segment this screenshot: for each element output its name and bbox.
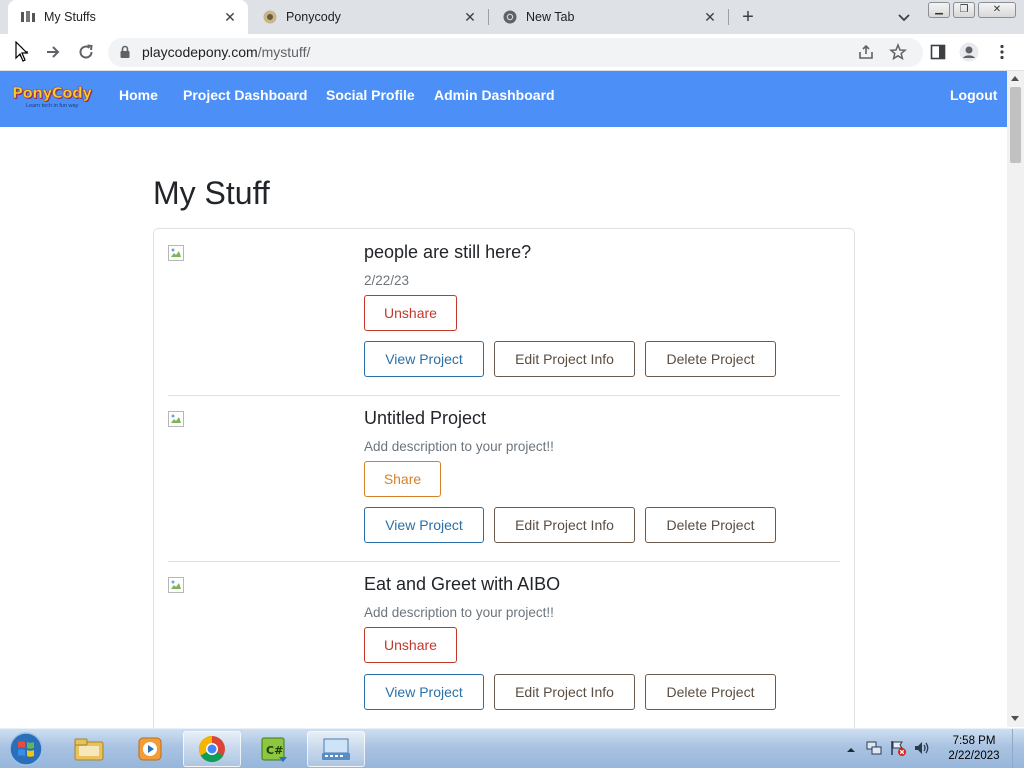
project-title: Eat and Greet with AIBO [364,574,561,594]
action-center-flag-icon[interactable] [889,739,907,762]
system-clock[interactable]: 7:58 PM 2/22/2023 [944,734,1004,764]
site-navbar: PonyCody Learn tech in fun way Home Proj… [0,71,1007,127]
windows-taskbar: C# 7:58 PM 2/22/2023 [0,728,1024,768]
mouse-cursor-icon [12,41,32,62]
tab-title: New Tab [526,10,575,24]
new-tab-plus-icon[interactable]: + [738,7,758,27]
tab-new-tab[interactable]: New Tab ✕ [490,0,728,34]
unshare-button[interactable]: Unshare [364,627,457,663]
unshare-button[interactable]: Unshare [364,295,457,331]
browser-toolbar: playcodepony.com/mystuff/ [0,34,1024,71]
ponycody-logo[interactable]: PonyCody Learn tech in fun way [12,83,94,111]
close-tab-icon[interactable]: ✕ [702,9,718,25]
tab-separator [488,9,489,25]
tab-title: Ponycody [286,10,341,24]
bookmark-star-icon[interactable] [889,42,907,66]
site-favicon-icon [20,9,36,25]
nav-logout[interactable]: Logout [950,86,997,104]
minimize-window-button[interactable]: ▁ [928,2,950,18]
browser-tab-strip: My Stuffs ✕ Ponycody ✕ New Tab ✕ + ▁ ❐ ✕ [0,0,1024,34]
restore-window-button[interactable]: ❐ [953,2,975,18]
clock-time: 7:58 PM [952,735,996,747]
delete-project-button[interactable]: Delete Project [645,507,776,543]
project-description: 2/22/23 [364,273,410,288]
explorer-icon[interactable] [60,731,118,767]
tab-ponycody[interactable]: Ponycody ✕ [250,0,488,34]
keyboard-app-icon[interactable] [307,731,365,767]
show-desktop-button[interactable] [1012,729,1024,768]
volume-speaker-icon[interactable] [913,739,931,762]
project-item: Untitled Project Add description to your… [168,395,840,562]
nav-home[interactable]: Home [119,86,158,104]
chrome-menu-kebab-icon[interactable] [992,42,1012,62]
address-bar[interactable]: playcodepony.com/mystuff/ [108,38,923,67]
nav-project-dashboard[interactable]: Project Dashboard [183,86,307,104]
reload-icon[interactable] [76,42,96,62]
tab-my-stuffs[interactable]: My Stuffs ✕ [8,0,248,34]
broken-thumbnail-icon [168,411,184,427]
logo-wordmark: PonyCody [12,84,93,103]
edit-project-info-button[interactable]: Edit Project Info [494,507,635,543]
url-path: /mystuff/ [257,44,311,60]
scroll-up-arrow-icon[interactable] [1011,76,1019,81]
ponycody-favicon-icon [262,9,278,25]
view-project-button[interactable]: View Project [364,674,484,710]
forward-arrow-icon[interactable] [43,42,63,62]
edit-project-info-button[interactable]: Edit Project Info [494,674,635,710]
project-title: people are still here? [364,242,532,262]
media-player-icon[interactable] [121,731,179,767]
broken-thumbnail-icon [168,577,184,593]
svg-text:C#: C# [266,744,283,757]
close-tab-icon[interactable]: ✕ [462,9,478,25]
network-icon[interactable] [865,739,883,762]
share-page-icon[interactable] [857,44,875,65]
share-button[interactable]: Share [364,461,441,497]
page-title: My Stuff [153,175,270,211]
url-text[interactable]: playcodepony.com/mystuff/ [142,44,310,60]
broken-thumbnail-icon [168,245,184,261]
delete-project-button[interactable]: Delete Project [645,341,776,377]
tab-separator [728,9,729,25]
clock-date: 2/22/2023 [948,750,1000,762]
url-host: playcodepony.com [142,44,258,60]
project-item: Eat and Greet with AIBO Add description … [168,561,840,729]
project-title: Untitled Project [364,408,487,428]
project-description: Add description to your project!! [364,439,554,454]
close-tab-icon[interactable]: ✕ [222,9,238,25]
tab-title: My Stuffs [44,10,96,24]
close-window-button[interactable]: ✕ [978,2,1016,18]
projects-card: people are still here? 2/22/23 Unshare V… [153,228,855,748]
nav-social-profile[interactable]: Social Profile [326,86,415,104]
scrollbar-thumb[interactable] [1010,87,1021,163]
chrome-icon[interactable] [183,731,241,767]
nav-admin-dashboard[interactable]: Admin Dashboard [434,86,555,104]
windows-start-button[interactable] [6,731,46,767]
page-scrollbar[interactable] [1007,71,1024,727]
show-hidden-icons-arrow-icon[interactable] [846,742,856,760]
view-project-button[interactable]: View Project [364,341,484,377]
tab-search-chevron-icon[interactable] [896,9,914,25]
chrome-favicon-icon [502,9,518,25]
project-description: Add description to your project!! [364,605,554,620]
lock-icon[interactable] [119,45,131,64]
scroll-down-arrow-icon[interactable] [1011,716,1019,721]
side-panel-icon[interactable] [928,42,948,62]
delete-project-button[interactable]: Delete Project [645,674,776,710]
edit-project-info-button[interactable]: Edit Project Info [494,341,635,377]
project-item: people are still here? 2/22/23 Unshare V… [168,229,840,396]
view-project-button[interactable]: View Project [364,507,484,543]
logo-tagline: Learn tech in fun way [26,103,79,109]
profile-avatar-icon[interactable] [959,42,979,62]
csharp-icon[interactable]: C# [245,731,303,767]
